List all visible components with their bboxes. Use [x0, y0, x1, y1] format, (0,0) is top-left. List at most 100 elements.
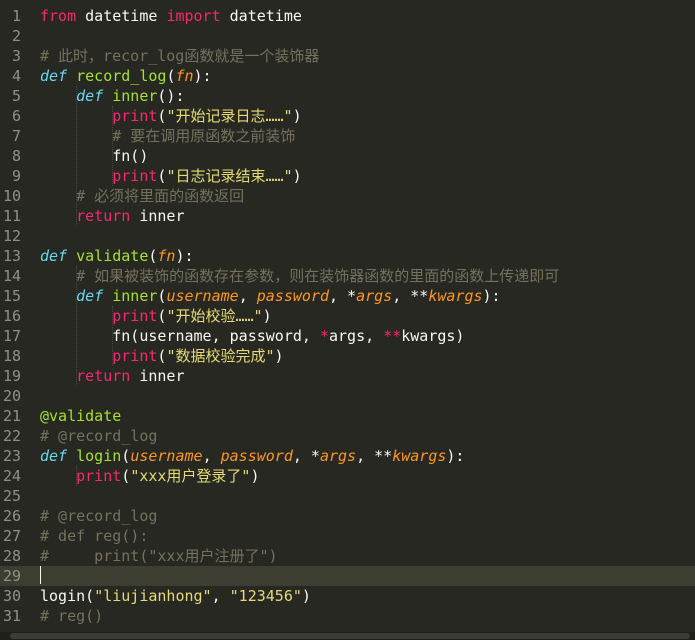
code-token: validate [76, 247, 149, 265]
code-token: fn() [40, 147, 149, 165]
line-number: 17 [2, 327, 21, 345]
code-line[interactable]: 22 # @record_log [0, 426, 695, 446]
scrollbar-thumb[interactable] [10, 633, 690, 639]
code-token: ) [250, 467, 260, 485]
code-line[interactable]: 27 # def reg(): [0, 526, 695, 546]
code-line[interactable]: 21 @validate [0, 406, 695, 426]
code-token: "开始记录日志……" [166, 107, 293, 125]
line-number: 10 [2, 187, 21, 205]
code-token: def [76, 87, 104, 105]
line-code: fn() [40, 146, 148, 166]
line-number: 1 [11, 7, 21, 25]
line-number: 27 [2, 527, 21, 545]
code-token: (): [157, 87, 185, 105]
line-code: def inner(username, password, *args, **k… [40, 286, 501, 306]
code-token: def [76, 287, 104, 305]
code-token: # 要在调用原函数之前装饰 [112, 127, 296, 145]
code-token: return [76, 367, 131, 385]
code-line[interactable]: 5 def inner(): [0, 86, 695, 106]
code-token: kwargs [392, 447, 447, 465]
code-line[interactable]: 24 print("xxx用户登录了") [0, 466, 695, 486]
line-code: print("开始校验……") [40, 306, 272, 326]
code-line[interactable]: 28 # print("xxx用户注册了") [0, 546, 695, 566]
line-number: 29 [2, 567, 21, 585]
line-number: 7 [11, 127, 21, 145]
code-token: import [166, 7, 221, 25]
code-token: , ** [356, 447, 393, 465]
code-line[interactable]: 6 print("开始记录日志……") [0, 106, 695, 126]
line-code: from datetime import datetime [40, 6, 302, 26]
line-code: # @record_log [40, 426, 157, 446]
line-code: def validate(fn): [40, 246, 194, 266]
code-token: username [130, 447, 203, 465]
indent-guide [76, 86, 77, 226]
code-token: # def reg(): [40, 527, 149, 545]
code-token: ) [262, 307, 272, 325]
line-number: 4 [11, 67, 21, 85]
code-token: print [112, 107, 158, 125]
code-line[interactable]: 3 # 此时，recor_log函数就是一个装饰器 [0, 46, 695, 66]
indent-guide [112, 106, 113, 186]
line-code: return inner [40, 366, 185, 386]
code-line[interactable]: 31 # reg() [0, 606, 695, 626]
code-line[interactable]: 4 def record_log(fn): [0, 66, 695, 86]
code-token: ): [482, 287, 501, 305]
line-number: 25 [2, 487, 21, 505]
code-token: "数据校验完成" [166, 347, 275, 365]
code-line[interactable]: 9 print("日志记录结束……") [0, 166, 695, 186]
line-code: def login(username, password, *args, **k… [40, 446, 464, 466]
line-code: # 此时，recor_log函数就是一个装饰器 [40, 46, 319, 66]
code-line[interactable]: 12 [0, 226, 695, 246]
line-number: 16 [2, 307, 21, 325]
line-number: 5 [11, 87, 21, 105]
code-line[interactable]: 7 # 要在调用原函数之前装饰 [0, 126, 695, 146]
line-number: 24 [2, 467, 21, 485]
code-token: , * [292, 447, 320, 465]
code-token: print [112, 307, 158, 325]
horizontal-scrollbar[interactable] [0, 632, 695, 640]
code-token: inner [130, 367, 185, 385]
code-line[interactable]: 26 # @record_log [0, 506, 695, 526]
code-token: inner [112, 87, 158, 105]
code-line[interactable]: 17 fn(username, password, *args, **kwarg… [0, 326, 695, 346]
line-code: return inner [40, 206, 185, 226]
code-token: args [319, 447, 357, 465]
code-line[interactable]: 14 # 如果被装饰的函数存在参数，则在装饰器函数的里面的函数上传递即可 [0, 266, 695, 286]
code-token: @validate [40, 407, 122, 425]
code-line[interactable]: 15 def inner(username, password, *args, … [0, 286, 695, 306]
line-number: 9 [11, 167, 21, 185]
line-number: 14 [2, 267, 21, 285]
code-line[interactable]: 25 [0, 486, 695, 506]
code-line[interactable]: 8 fn() [0, 146, 695, 166]
code-line[interactable]: 30 login("liujianhong", "123456") [0, 586, 695, 606]
code-line[interactable]: 23 def login(username, password, *args, *… [0, 446, 695, 466]
line-number: 31 [2, 607, 21, 625]
code-line[interactable]: 13 def validate(fn): [0, 246, 695, 266]
code-line[interactable]: 18 print("数据校验完成") [0, 346, 695, 366]
code-line[interactable]: 1 from datetime import datetime [0, 6, 695, 26]
code-editor[interactable]: 1 from datetime import datetime 2 3 # 此时，rec… [0, 0, 695, 640]
code-token: password [256, 287, 329, 305]
line-number: 13 [2, 247, 21, 265]
code-token: ( [121, 467, 131, 485]
code-token: "123456" [229, 587, 302, 605]
code-line[interactable]: 16 print("开始校验……") [0, 306, 695, 326]
code-token: inner [130, 207, 185, 225]
code-line[interactable]: 29 [0, 566, 695, 586]
code-token: return [76, 207, 131, 225]
code-line[interactable]: 10 # 必须将里面的函数返回 [0, 186, 695, 206]
code-token: print [76, 467, 122, 485]
code-line[interactable]: 2 [0, 26, 695, 46]
code-token: print [112, 347, 158, 365]
code-line[interactable]: 20 [0, 386, 695, 406]
code-line[interactable]: 11 return inner [0, 206, 695, 226]
code-line[interactable]: 19 return inner [0, 366, 695, 386]
code-token: inner [112, 287, 158, 305]
code-token: username [166, 287, 239, 305]
